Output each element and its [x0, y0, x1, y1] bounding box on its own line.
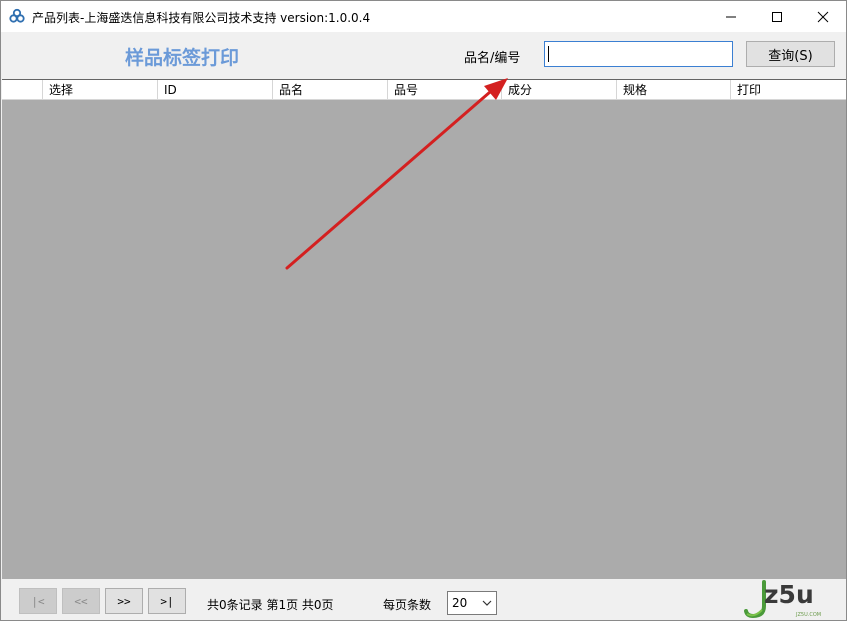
minimize-button[interactable]: [708, 1, 754, 32]
app-window: 产品列表-上海盛迭信息科技有限公司技术支持 version:1.0.0.4 样品…: [0, 0, 847, 621]
pager-bar: |< << >> >| 共0条记录 第1页 共0页 每页条数 20: [1, 579, 846, 620]
product-grid[interactable]: 选择 ID 品名 品号 成分 规格 打印: [2, 79, 846, 579]
column-header-code[interactable]: 品号: [388, 80, 502, 100]
search-input[interactable]: [544, 41, 733, 67]
watermark-text: z5u: [764, 580, 814, 609]
minimize-icon: [726, 16, 736, 17]
column-header-composition[interactable]: 成分: [502, 80, 617, 100]
chevron-down-icon: [482, 600, 492, 606]
window-title: 产品列表-上海盛迭信息科技有限公司技术支持 version:1.0.0.4: [32, 11, 371, 25]
watermark-logo: z5u JZ5U.COM: [744, 580, 840, 620]
page-size-value: 20: [452, 596, 468, 610]
title-bar[interactable]: 产品列表-上海盛迭信息科技有限公司技术支持 version:1.0.0.4: [1, 1, 846, 32]
search-label: 品名/编号: [464, 51, 521, 66]
column-header-id[interactable]: ID: [158, 80, 273, 100]
next-page-button[interactable]: >>: [105, 588, 143, 614]
search-toolbar: 样品标签打印 品名/编号 查询(S): [1, 32, 846, 79]
column-header-name[interactable]: 品名: [273, 80, 388, 100]
record-info: 共0条记录 第1页 共0页: [207, 598, 334, 612]
first-page-button[interactable]: |<: [19, 588, 57, 614]
row-header-corner[interactable]: [2, 80, 43, 100]
page-title: 样品标签打印: [125, 47, 240, 69]
page-size-label: 每页条数: [383, 598, 432, 612]
close-button[interactable]: [800, 1, 846, 32]
prev-page-button[interactable]: <<: [62, 588, 100, 614]
maximize-icon: [772, 11, 782, 22]
grid-header: 选择 ID 品名 品号 成分 规格 打印: [2, 80, 846, 100]
app-icon: [9, 8, 25, 24]
close-icon: [817, 11, 829, 22]
watermark-subtext: JZ5U.COM: [796, 612, 822, 618]
last-page-button[interactable]: >|: [148, 588, 186, 614]
column-header-print[interactable]: 打印: [731, 80, 846, 100]
column-header-spec[interactable]: 规格: [617, 80, 731, 100]
maximize-button[interactable]: [754, 1, 800, 32]
page-size-select[interactable]: 20: [447, 591, 497, 615]
query-button[interactable]: 查询(S): [746, 41, 835, 67]
text-cursor: [548, 46, 549, 62]
column-header-select[interactable]: 选择: [43, 80, 158, 100]
